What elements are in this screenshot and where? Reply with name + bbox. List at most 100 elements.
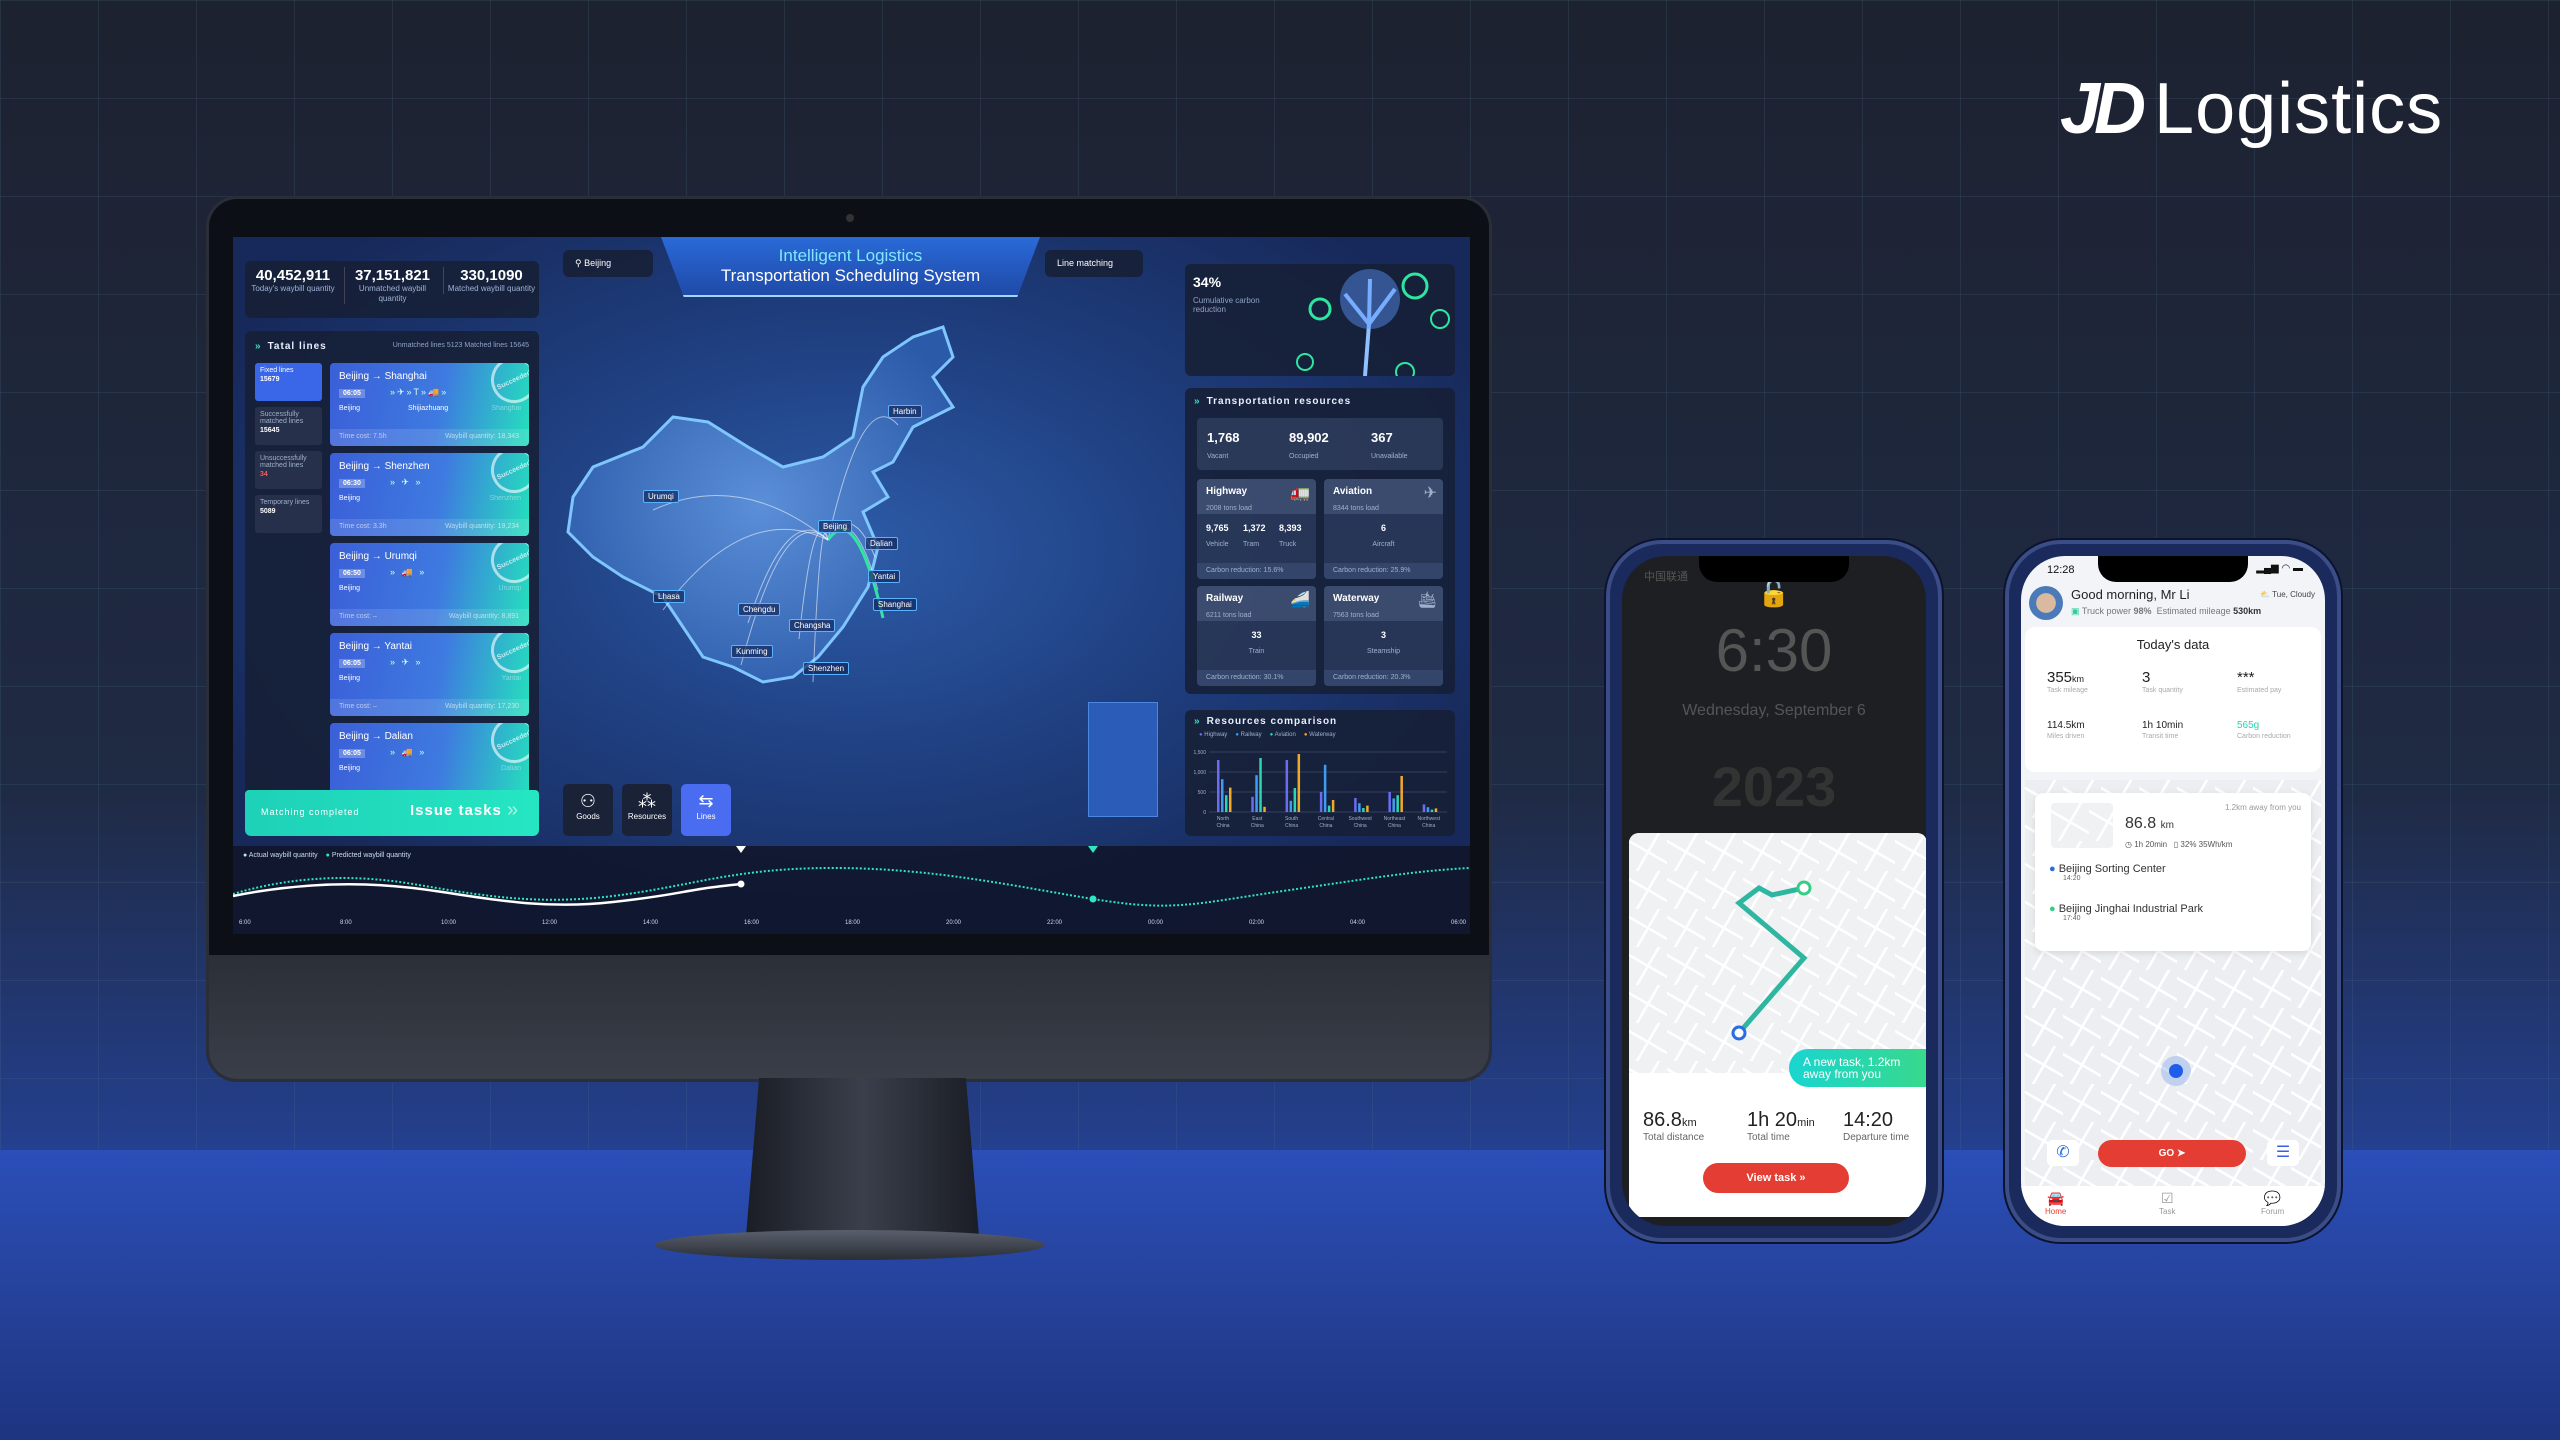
vehicle-icons: » 🚚 » xyxy=(390,747,427,757)
line-card[interactable]: Beijing → Shanghai 06:05 »✈»T»🚚» Beijing… xyxy=(330,363,529,446)
tab-task[interactable]: ☑ Task xyxy=(2159,1190,2175,1216)
succeeded-stamp: Succeeded xyxy=(483,363,529,411)
tab-fixed-lines[interactable]: Fixed lines 15679 xyxy=(255,363,322,401)
go-button[interactable]: GO ➤ xyxy=(2098,1140,2246,1167)
city-label[interactable]: Lhasa xyxy=(653,590,685,603)
task-route-thumbnail xyxy=(2051,803,2113,848)
line-card[interactable]: Beijing → Yantai 06:05 » ✈ » Beijing Yan… xyxy=(330,633,529,716)
bar-railway xyxy=(1426,807,1430,812)
city-label[interactable]: Urumqi xyxy=(643,490,679,503)
y-tick-label: 0 xyxy=(1203,810,1206,816)
route-label: Beijing → Shanghai xyxy=(339,371,427,382)
tab-temporary-lines[interactable]: Temporary lines 5089 xyxy=(255,495,322,533)
tab-successfully-matched[interactable]: Successfully matched lines 15645 xyxy=(255,407,322,445)
x-tick-label: China xyxy=(1251,823,1264,829)
railway-card[interactable]: Railway 6211 tons load 🚄 33 Train Carbon re… xyxy=(1197,586,1316,686)
dashboard-screen: Urumqi Harbin Beijing Dalian Yantai Lhasa Chen… xyxy=(233,237,1470,934)
issue-tasks-button[interactable]: Issue tasks xyxy=(410,802,502,819)
time-tick: 16:00 xyxy=(744,920,760,926)
bar-waterway xyxy=(1263,806,1266,812)
city-label[interactable]: Dalian xyxy=(865,537,898,550)
waybill-timeline[interactable]: ● Actual waybill quantity ● Predicted wa… xyxy=(233,846,1470,934)
total-lines-panel: » Tatal lines Unmatched lines 5123 Matche… xyxy=(245,331,539,836)
resources-bar-chart: 05001,0001,500NorthChinaEastChinaSouthCh… xyxy=(1193,750,1447,829)
origin: Beijing xyxy=(339,405,361,412)
tab-forum[interactable]: 💬 Forum xyxy=(2261,1190,2284,1216)
bar-railway xyxy=(1255,775,1258,812)
city-label[interactable]: Beijing xyxy=(818,520,853,533)
route-line xyxy=(1731,880,1812,1041)
line-card[interactable]: Beijing → Shenzhen 06:30 » ✈ » Beijing S… xyxy=(330,453,529,536)
city-label[interactable]: Shanghai xyxy=(873,598,917,611)
current-location-marker xyxy=(2161,1056,2191,1086)
bar-highway xyxy=(1388,792,1391,812)
resources-button[interactable]: ⁂ Resources xyxy=(622,784,672,836)
new-task-card[interactable]: A new task, 1.2km away from you 86.8km To… xyxy=(1629,833,1926,1217)
tab-home[interactable]: 🚘 Home xyxy=(2045,1190,2066,1216)
time-tick: 6:00 xyxy=(239,920,251,926)
line-matching-button[interactable]: Line matching xyxy=(1045,250,1143,277)
legend-item: ● Railway xyxy=(1235,732,1262,738)
stat-label: Unmatched waybill quantity xyxy=(358,284,427,303)
bar-aviation xyxy=(1225,795,1228,812)
lock-date: Wednesday, September 6 xyxy=(1682,702,1866,719)
y-tick-label: 1,000 xyxy=(1193,770,1206,776)
line-card[interactable]: Beijing → Urumqi 06:50 » 🚚 » Beijing Uru… xyxy=(330,543,529,626)
city-label[interactable]: Kunming xyxy=(731,645,773,658)
city-label[interactable]: Yantai xyxy=(868,570,901,583)
destination: Shenzhen xyxy=(489,495,521,502)
phone-call-button[interactable]: ✆ xyxy=(2047,1140,2079,1166)
route-label: Beijing → Shenzhen xyxy=(339,461,430,472)
task-card[interactable]: 1.2km away from you 86.8 km ◷ 1h 20min ▯… xyxy=(2035,793,2311,951)
waterway-card[interactable]: Waterway 7563 tons load 🛳 3 Steamship Carbo… xyxy=(1324,586,1443,686)
send-icon: ➤ xyxy=(2176,1148,2186,1159)
city-label[interactable]: Chengdu xyxy=(738,603,781,616)
city-label[interactable]: Changsha xyxy=(789,619,836,632)
vehicle-icons: » ✈ » xyxy=(390,657,423,667)
today-stat: 1h 10min Transit time xyxy=(2142,720,2184,740)
view-task-button[interactable]: View task » xyxy=(1703,1163,1849,1193)
bar-highway xyxy=(1354,798,1357,812)
unlock-icon: 🔓 xyxy=(1757,578,1791,608)
bar-waterway xyxy=(1331,800,1335,812)
x-tick-label: Southwest xyxy=(1348,816,1372,822)
new-task-toast[interactable]: A new task, 1.2km away from you xyxy=(1789,1049,1926,1087)
avatar[interactable] xyxy=(2029,586,2063,620)
bar-highway xyxy=(1217,760,1220,812)
destination: Dalian xyxy=(501,765,521,772)
driver-phone-app: 12:28 ▂▄▆ ◠ ▬ Good morning, Mr Li ⛅ Tue,… xyxy=(2005,540,2341,1242)
bar-railway xyxy=(1323,764,1327,812)
bar-waterway xyxy=(1434,808,1438,812)
bar-highway xyxy=(1319,792,1323,812)
location-selector[interactable]: ⚲ Beijing xyxy=(563,250,653,277)
panel-title: » Transportation resources xyxy=(1194,396,1352,407)
departure-time: 06:30 xyxy=(339,479,365,488)
vehicle-icons: »✈»T»🚚» xyxy=(390,387,449,397)
list-button[interactable]: ☰ xyxy=(2267,1140,2299,1166)
highway-card[interactable]: Highway 2008 tons load 🚛 9,765 Vehicle 1,37… xyxy=(1197,479,1316,579)
destination: Urumqi xyxy=(498,585,521,592)
x-tick-label: Northwest xyxy=(1417,816,1440,822)
x-tick-label: China xyxy=(1422,823,1435,829)
succeeded-stamp: Succeeded xyxy=(483,633,529,681)
tab-unsuccessfully-matched[interactable]: Unsuccessfully matched lines 34 xyxy=(255,451,322,489)
lines-button[interactable]: ⇆ Lines xyxy=(681,784,731,836)
succeeded-stamp: Succeeded xyxy=(483,543,529,591)
city-label[interactable]: Shenzhen xyxy=(803,662,850,675)
chevron-icon: » xyxy=(255,341,262,352)
notch xyxy=(1699,556,1849,582)
time-cost: Time cost: 3.3h xyxy=(339,523,387,530)
city-label[interactable]: Harbin xyxy=(888,405,922,418)
page-title: Intelligent Logistics Transportation Sch… xyxy=(661,237,1040,297)
predicted-line xyxy=(233,866,1470,907)
time-tick: 22:00 xyxy=(1047,920,1063,926)
today-stat: 355km Task mileage xyxy=(2047,669,2088,694)
phone-screen: 中国联通 🔓 6:30 Wednesday, September 6 2023 … xyxy=(1622,556,1926,1226)
waybill-quantity: Waybill quantity: 17,230 xyxy=(444,703,519,710)
goods-button[interactable]: ⚇ Goods xyxy=(563,784,613,836)
aviation-card[interactable]: Aviation 8344 tons load ✈ 6 Aircraft Carbon… xyxy=(1324,479,1443,579)
weather: ⛅ Tue, Cloudy xyxy=(2260,590,2315,599)
carbon-panel: 34% Cumulative carbon reduction xyxy=(1185,264,1455,376)
stat-value: 40,452,911 xyxy=(255,267,331,284)
time-tick: 20:00 xyxy=(946,920,962,926)
